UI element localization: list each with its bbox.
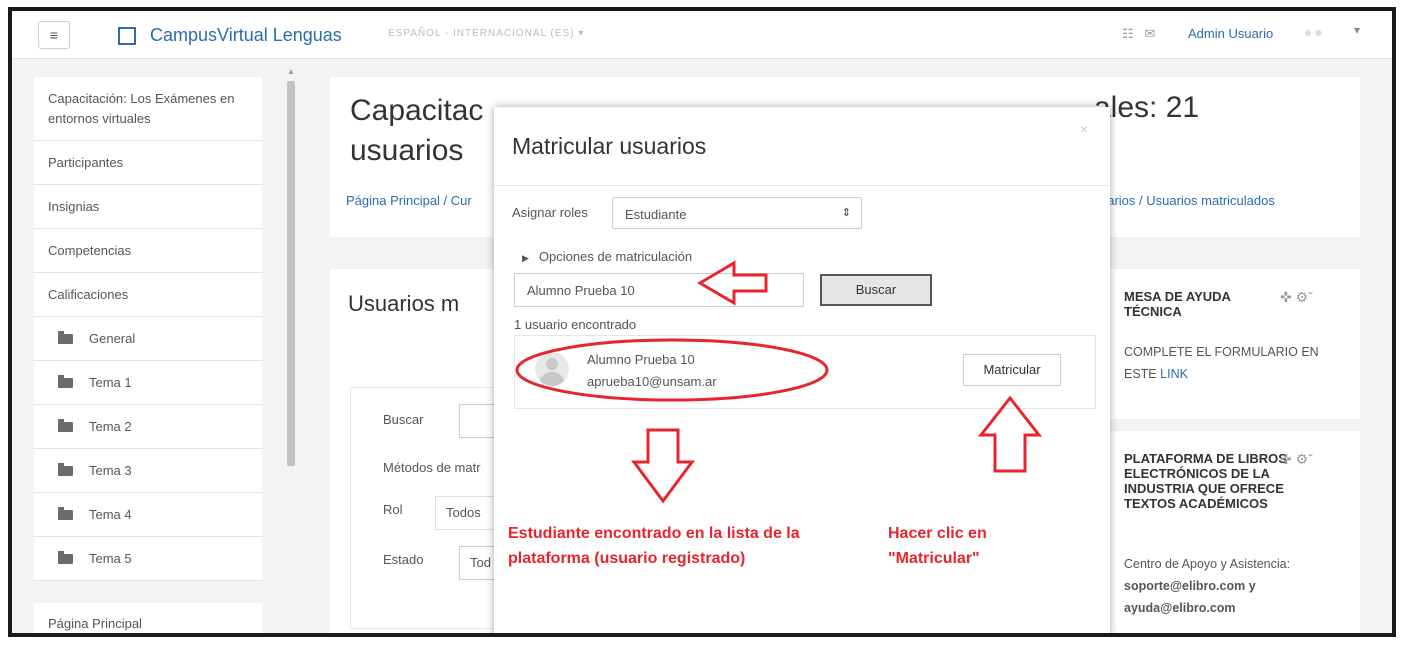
- gear-icon[interactable]: ⚙: [1296, 451, 1309, 467]
- role-select[interactable]: Estudiante ⇕: [612, 197, 862, 229]
- sidebar-item-label: Participantes: [48, 155, 124, 170]
- sidebar-item-home[interactable]: Página Principal: [34, 603, 262, 633]
- folder-icon: [58, 374, 73, 388]
- screenshot-frame: ≡ CampusVirtual Lenguas ESPAÑOL - INTERN…: [8, 7, 1396, 637]
- close-icon[interactable]: ×: [1080, 121, 1088, 137]
- sidebar-item-label: Tema 1: [89, 375, 132, 390]
- block-controls[interactable]: ✜ ⚙ˇ: [1280, 289, 1313, 306]
- user-result-row: Alumno Prueba 10 aprueba10@unsam.ar Matr…: [514, 335, 1096, 409]
- user-search-input[interactable]: Alumno Prueba 10: [514, 273, 804, 307]
- role-filter-label: Rol: [383, 502, 403, 517]
- notification-icons[interactable]: ☷ ✉: [1122, 26, 1155, 42]
- sidebar-item-label: Tema 4: [89, 507, 132, 522]
- user-name: Alumno Prueba 10: [587, 352, 695, 367]
- assign-roles-label: Asignar roles: [512, 205, 588, 220]
- course-sidebar: Capacitación: Los Exámenes en entornos v…: [34, 77, 262, 581]
- divider: [494, 185, 1110, 186]
- enrol-button[interactable]: Matricular: [963, 354, 1061, 386]
- annotation-right-note: Hacer clic en "Matricular": [888, 525, 987, 567]
- caret-right-icon: ▶: [522, 253, 529, 263]
- sidebar-item-label: Competencias: [48, 243, 132, 258]
- move-icon[interactable]: ✜: [1280, 451, 1292, 467]
- user-email: aprueba10@unsam.ar: [587, 374, 717, 389]
- sidebar-item-tema3[interactable]: Tema 3: [34, 449, 262, 493]
- sidebar-item-tema4[interactable]: Tema 4: [34, 493, 262, 537]
- dialog-title: Matricular usuarios: [512, 133, 707, 159]
- site-logo-icon[interactable]: [118, 27, 136, 45]
- block-controls[interactable]: ✜ ⚙ˇ: [1280, 451, 1313, 468]
- folder-icon: [58, 462, 73, 476]
- message-icon[interactable]: ✉: [1145, 26, 1156, 41]
- block-text: Centro de Apoyo y Asistencia: soporte@el…: [1124, 553, 1350, 619]
- sidebar-item-label: Tema 5: [89, 551, 132, 566]
- gear-icon[interactable]: ⚙: [1296, 289, 1309, 305]
- folder-icon: [58, 506, 73, 520]
- sidebar-item-general[interactable]: General: [34, 317, 262, 361]
- user-menu-name[interactable]: Admin Usuario: [1188, 26, 1273, 41]
- menu-toggle-button[interactable]: ≡: [38, 21, 70, 49]
- folder-icon: [58, 330, 73, 344]
- sidebar-item-label: Calificaciones: [48, 287, 129, 302]
- sidebar-item-tema2[interactable]: Tema 2: [34, 405, 262, 449]
- support-text: Centro de Apoyo y Asistencia:: [1124, 557, 1291, 571]
- help-text: COMPLETE EL FORMULARIO EN ESTE: [1124, 345, 1319, 381]
- state-filter-label: Estado: [383, 552, 424, 567]
- folder-icon: [58, 418, 73, 432]
- scroll-up-icon[interactable]: ▲: [287, 67, 295, 76]
- support-email[interactable]: soporte@elibro.com: [1124, 579, 1245, 593]
- section-title: Usuarios m: [348, 291, 460, 316]
- bell-icon[interactable]: ☷: [1122, 26, 1134, 41]
- user-avatar-icon[interactable]: ●●: [1304, 24, 1325, 40]
- block-text: COMPLETE EL FORMULARIO EN ESTE LINK: [1124, 341, 1350, 385]
- chevron-down-icon[interactable]: ˇ: [1308, 289, 1313, 305]
- sidebar-item-label: Capacitación: Los Exámenes en entornos v…: [48, 90, 235, 126]
- support-and: y: [1248, 579, 1256, 593]
- enrol-options-label: Opciones de matriculación: [538, 249, 693, 264]
- sidebar-item-label: Tema 2: [89, 419, 132, 434]
- breadcrumb[interactable]: Página Principal / Cur: [346, 193, 472, 208]
- sidebar-scrollbar[interactable]: ▲: [286, 63, 296, 633]
- site-title-link[interactable]: CampusVirtual Lenguas: [150, 25, 342, 46]
- chevron-down-icon[interactable]: ▾: [1354, 23, 1360, 37]
- language-selector[interactable]: ESPAÑOL - INTERNACIONAL (ES) ▾: [388, 28, 584, 39]
- help-link[interactable]: LINK: [1160, 367, 1188, 381]
- breadcrumb-end[interactable]: uarios / Usuarios matriculados: [1100, 193, 1275, 208]
- sidebar-item-label: Insignias: [48, 199, 100, 214]
- enrol-options-toggle[interactable]: ▶ Opciones de matriculación: [522, 249, 692, 264]
- sidebar-item-participants[interactable]: Participantes: [34, 141, 262, 185]
- annotation-left-note: Estudiante encontrado en la lista de la …: [508, 525, 800, 567]
- search-label: Buscar: [383, 412, 424, 427]
- sidebar-item-label: General: [89, 331, 136, 346]
- results-count: 1 usuario encontrado: [514, 317, 637, 332]
- move-icon[interactable]: ✜: [1280, 289, 1292, 305]
- chevron-down-icon[interactable]: ˇ: [1308, 451, 1313, 467]
- sidebar-item-course[interactable]: Capacitación: Los Exámenes en entornos v…: [34, 77, 262, 141]
- block-title: MESA DE AYUDA TÉCNICA: [1124, 289, 1231, 319]
- help-email[interactable]: ayuda@elibro.com: [1124, 601, 1236, 615]
- help-desk-block: MESA DE AYUDA TÉCNICA ✜ ⚙ˇ COMPLETE EL F…: [1110, 269, 1360, 419]
- sidebar-item-grades[interactable]: Calificaciones: [34, 273, 262, 317]
- sidebar-item-tema1[interactable]: Tema 1: [34, 361, 262, 405]
- sidebar-item-badges[interactable]: Insignias: [34, 185, 262, 229]
- ebooks-block: PLATAFORMA DE LIBROS ELECTRÓNICOS DE LA …: [1110, 431, 1360, 633]
- user-avatar-icon: [535, 352, 569, 386]
- sidebar-item-tema5[interactable]: Tema 5: [34, 537, 262, 581]
- folder-icon: [58, 550, 73, 564]
- scrollbar-thumb[interactable]: [287, 81, 295, 466]
- sidebar-item-competencies[interactable]: Competencias: [34, 229, 262, 273]
- methods-label: Métodos de matr: [383, 460, 481, 475]
- sidebar-item-label: Tema 3: [89, 463, 132, 478]
- top-navbar: ≡ CampusVirtual Lenguas ESPAÑOL - INTERN…: [12, 11, 1392, 59]
- search-button[interactable]: Buscar: [820, 274, 932, 306]
- select-arrow-icon: ⇕: [841, 207, 851, 219]
- role-selected-value: Estudiante: [625, 207, 687, 222]
